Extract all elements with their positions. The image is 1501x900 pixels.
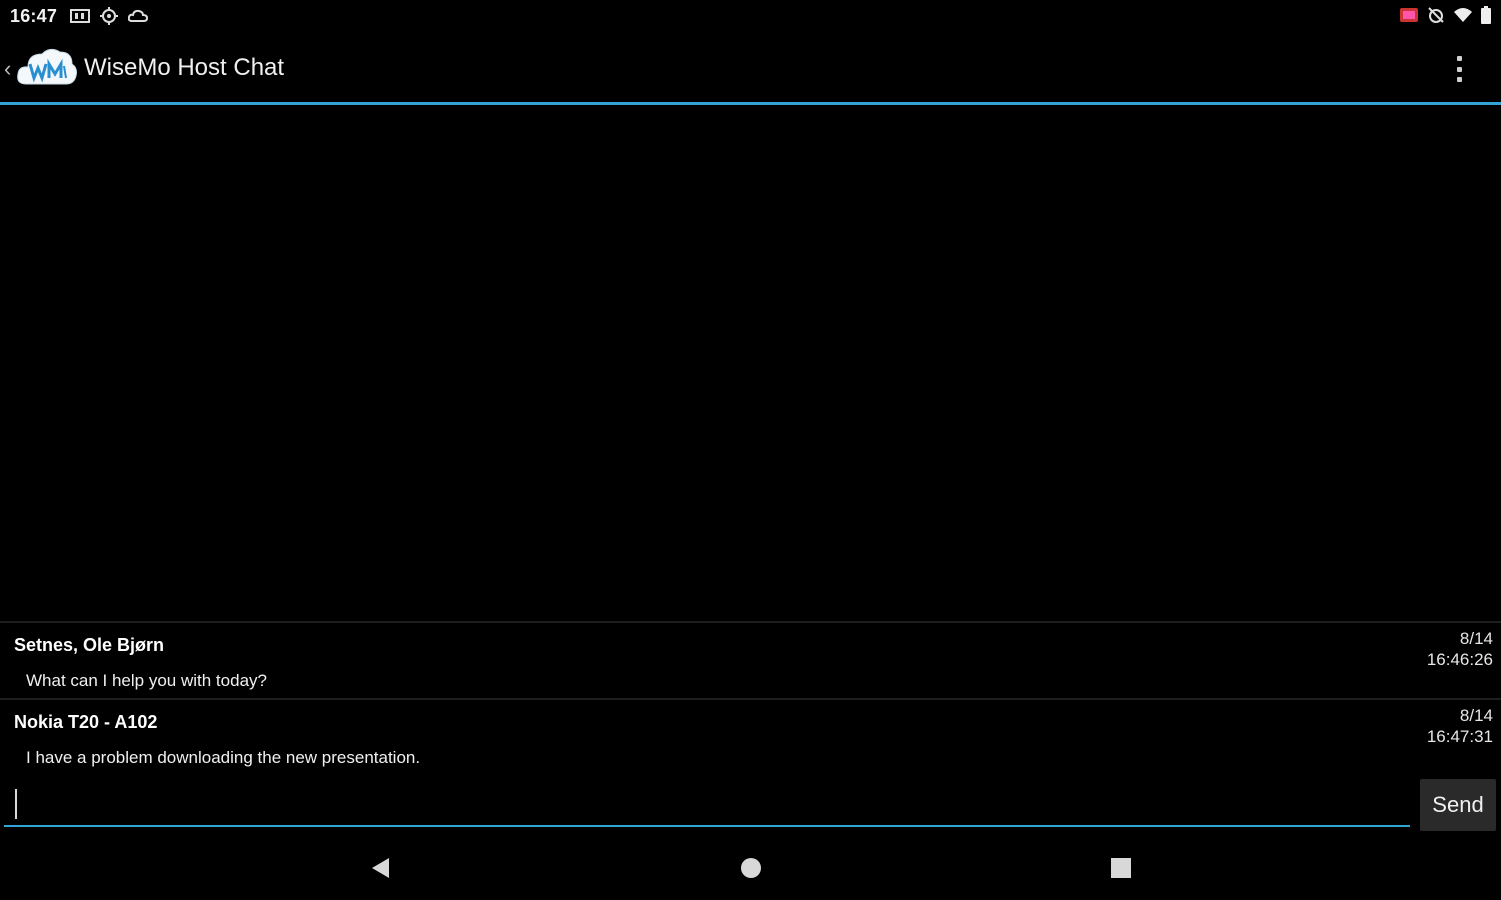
chat-message-list[interactable]: Setnes, Ole Bjørn What can I help you wi…	[0, 621, 1501, 775]
send-button[interactable]: Send	[1420, 779, 1496, 831]
status-bar: 16:47	[0, 0, 1501, 34]
overflow-dot	[1456, 56, 1462, 61]
message-text: What can I help you with today?	[26, 671, 267, 690]
text-cursor	[15, 789, 17, 819]
cast-icon	[1399, 7, 1419, 28]
chat-message-input[interactable]	[4, 781, 1410, 827]
message-time: 16:47:31	[1426, 727, 1493, 746]
message-sender: Nokia T20 - A102	[14, 712, 158, 732]
back-icon[interactable]	[366, 853, 396, 883]
status-right-icons	[1399, 6, 1491, 29]
wisemo-logo-icon[interactable]	[16, 42, 78, 92]
media-icon	[70, 8, 90, 29]
composer-row: Send	[0, 775, 1501, 835]
wifi-icon	[1453, 7, 1473, 28]
battery-icon	[1481, 6, 1491, 29]
up-chevron-icon[interactable]: ‹	[4, 56, 11, 82]
recents-icon[interactable]	[1106, 853, 1136, 883]
location-icon	[100, 7, 118, 30]
message-date: 8/14	[1459, 629, 1493, 648]
message-date: 8/14	[1459, 706, 1493, 725]
chat-message[interactable]: Nokia T20 - A102 I have a problem downlo…	[0, 698, 1501, 775]
home-icon[interactable]	[736, 853, 766, 883]
app-title: WiseMo Host Chat	[84, 54, 285, 81]
action-bar: ‹ WiseMo Host Chat	[0, 34, 1501, 102]
status-left-icons	[70, 7, 149, 30]
overflow-dot	[1456, 66, 1462, 72]
navigation-bar	[0, 835, 1501, 900]
message-text: I have a problem downloading the new pre…	[26, 748, 421, 767]
message-time: 16:46:26	[1426, 650, 1493, 669]
cloud-icon	[127, 9, 149, 28]
overflow-dot	[1456, 77, 1462, 82]
message-sender: Setnes, Ole Bjørn	[14, 635, 165, 655]
chat-message[interactable]: Setnes, Ole Bjørn What can I help you wi…	[0, 621, 1501, 698]
alarm-off-icon	[1427, 6, 1445, 29]
overflow-menu-button[interactable]	[1447, 52, 1471, 86]
chat-area[interactable]: Setnes, Ole Bjørn What can I help you wi…	[0, 105, 1501, 775]
status-time: 16:47	[10, 6, 58, 26]
